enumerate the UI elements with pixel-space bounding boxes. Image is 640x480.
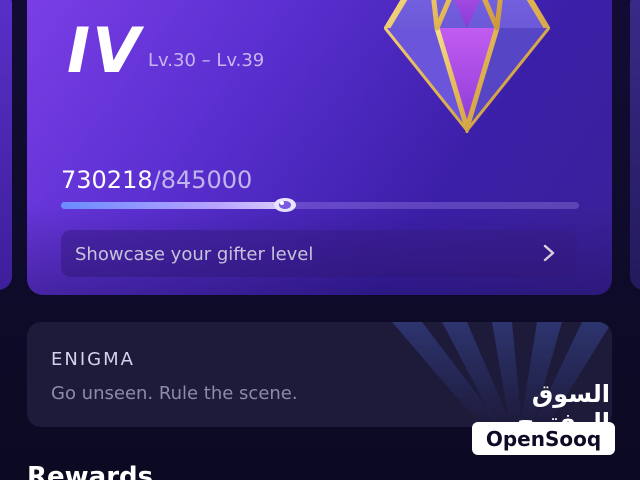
watermark-brand-text: OpenSooq xyxy=(485,427,602,451)
enigma-subtitle: Go unseen. Rule the scene. xyxy=(51,383,298,404)
progress-fill xyxy=(61,202,285,209)
progress-total: /845000 xyxy=(152,166,253,194)
tier-numeral: IV xyxy=(67,14,143,87)
showcase-level-button[interactable]: Showcase your gifter level xyxy=(61,230,577,277)
rewards-heading: Rewards xyxy=(27,462,154,480)
app-screen: IV Lv.30 – Lv.39 730218/845000 Showcase … xyxy=(0,0,640,480)
progress-current: 730218 xyxy=(61,166,153,194)
opensooq-watermark: السوق المفتوح OpenSooq xyxy=(470,378,618,458)
previous-level-card[interactable] xyxy=(0,0,12,290)
enigma-title: ENIGMA xyxy=(51,349,135,370)
chevron-right-icon xyxy=(543,244,555,262)
level-range: Lv.30 – Lv.39 xyxy=(148,50,265,71)
diamond-gem-icon xyxy=(384,0,550,133)
showcase-label: Showcase your gifter level xyxy=(75,244,314,265)
watermark-brand-box: OpenSooq xyxy=(472,422,615,455)
progress-track xyxy=(61,198,579,212)
next-level-card[interactable] xyxy=(630,0,640,290)
rocket-icon xyxy=(271,198,296,212)
gifter-level-card: IV Lv.30 – Lv.39 730218/845000 Showcase … xyxy=(27,0,612,295)
progress-counter: 730218/845000 xyxy=(61,166,252,194)
